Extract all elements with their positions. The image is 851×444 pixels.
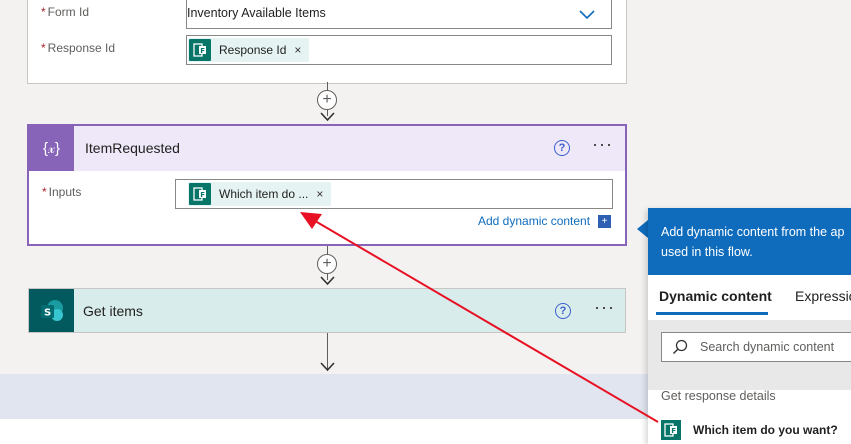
forms-icon: F <box>661 420 681 440</box>
arrow-down-icon <box>320 112 335 122</box>
search-input[interactable]: Search dynamic content <box>661 332 851 362</box>
insert-step-button[interactable]: + <box>317 90 337 110</box>
help-icon[interactable]: ? <box>555 303 571 319</box>
tab-dynamic-content[interactable]: Dynamic content <box>659 288 772 304</box>
search-icon <box>673 339 688 354</box>
add-dynamic-content-icon[interactable]: + <box>598 215 611 228</box>
forms-icon: F <box>189 39 211 61</box>
get-items-card[interactable]: S Get items ? ··· <box>28 288 626 333</box>
canvas-footer-strip <box>0 419 648 444</box>
response-id-label: * Response Id <box>41 41 116 55</box>
inputs-field[interactable]: F Which item do ... × <box>175 179 613 209</box>
add-dynamic-content-link[interactable]: Add dynamic content <box>478 214 590 228</box>
more-options-icon[interactable]: ··· <box>594 297 615 318</box>
chevron-down-icon[interactable] <box>579 10 595 20</box>
form-id-dropdown[interactable]: Inventory Available Items <box>186 0 612 29</box>
remove-token-icon[interactable]: × <box>294 43 301 57</box>
item-requested-title: ItemRequested <box>85 140 180 156</box>
svg-text:F: F <box>671 427 676 435</box>
forms-icon: F <box>189 183 211 205</box>
panel-pointer <box>637 220 648 238</box>
remove-token-icon[interactable]: × <box>316 187 323 201</box>
which-item-token[interactable]: F Which item do ... × <box>188 182 332 206</box>
arrow-down-icon <box>320 362 335 372</box>
section-get-response-details[interactable]: Get response details <box>661 389 776 403</box>
sharepoint-icon: S <box>29 289 74 332</box>
response-id-field[interactable]: F Response Id × <box>186 35 612 65</box>
inputs-label: * Inputs <box>42 185 82 199</box>
active-tab-indicator <box>656 312 768 315</box>
tab-expression[interactable]: Expressio <box>795 288 851 304</box>
variable-icon: {𝓍} <box>29 126 74 171</box>
dynamic-content-panel: Add dynamic content from the ap used in … <box>648 208 851 444</box>
panel-header: Add dynamic content from the ap used in … <box>648 208 851 275</box>
more-options-icon[interactable]: ··· <box>592 134 613 155</box>
search-placeholder: Search dynamic content <box>700 340 835 354</box>
get-items-title: Get items <box>83 303 143 319</box>
svg-text:F: F <box>200 47 205 55</box>
form-id-value: Inventory Available Items <box>187 6 326 20</box>
dynamic-item-which-item[interactable]: F Which item do you want? <box>661 420 838 440</box>
help-icon[interactable]: ? <box>554 140 570 156</box>
item-requested-card: {𝓍} ItemRequested ? ··· * Inputs F Which … <box>27 124 627 246</box>
response-id-token[interactable]: F Response Id × <box>188 38 310 62</box>
get-response-details-card: * Form Id Inventory Available Items * Resp… <box>27 0 627 84</box>
arrow-down-icon <box>320 276 335 286</box>
form-id-label: * Form Id <box>41 5 90 19</box>
svg-text:F: F <box>200 191 205 199</box>
search-area: Search dynamic content <box>648 320 851 390</box>
svg-text:S: S <box>44 307 51 318</box>
insert-step-button[interactable]: + <box>317 254 337 274</box>
item-requested-header[interactable]: {𝓍} ItemRequested ? ··· <box>29 126 625 171</box>
